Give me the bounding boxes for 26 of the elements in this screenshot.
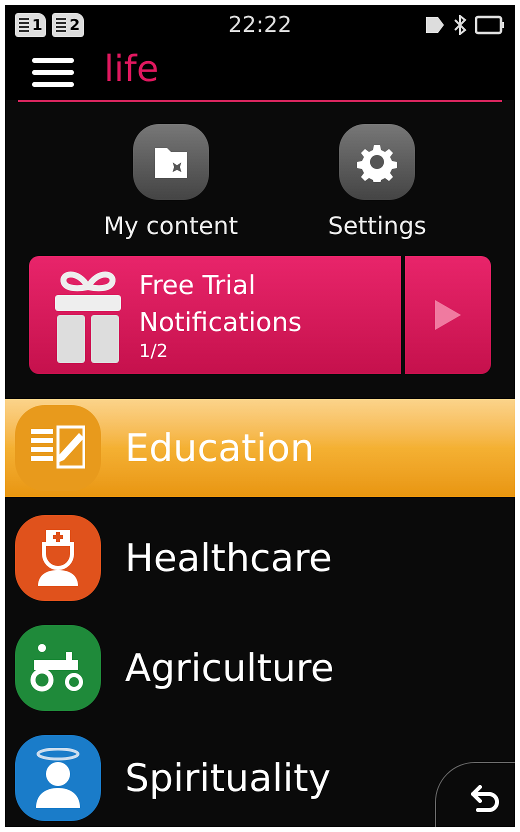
sim-indicator: 1 — [15, 13, 46, 38]
banner-title: Free Trial — [139, 270, 257, 304]
notebook-pencil-icon — [31, 425, 85, 472]
bluetooth-icon — [453, 15, 467, 36]
app-title: life — [104, 52, 159, 88]
clock: 22:22 — [228, 12, 292, 40]
play-icon — [435, 300, 461, 330]
trial-banner[interactable]: Free Trial Notifications 1/2 — [29, 256, 401, 374]
category-item[interactable]: Agriculture — [5, 619, 344, 718]
sim-indicator: 2 — [52, 13, 84, 38]
menu-icon[interactable] — [32, 58, 74, 88]
category-label: Agriculture — [125, 644, 334, 692]
category-label: Education — [125, 424, 314, 472]
banner-subtitle: Notifications — [139, 307, 302, 340]
tractor-icon — [30, 642, 86, 694]
shortcut-button[interactable]: My content — [104, 124, 238, 244]
gear-icon — [357, 142, 398, 182]
shortcut-button[interactable]: Settings — [328, 124, 426, 244]
category-item[interactable]: Spirituality — [5, 729, 341, 827]
category-label: Spirituality — [125, 754, 331, 802]
category-label: Healthcare — [125, 534, 332, 582]
nurse-icon — [36, 528, 80, 588]
category-item[interactable]: Healthcare — [5, 509, 342, 608]
back-icon — [470, 785, 500, 813]
battery-icon — [475, 15, 505, 36]
banner-counter: 1/2 — [139, 340, 169, 364]
